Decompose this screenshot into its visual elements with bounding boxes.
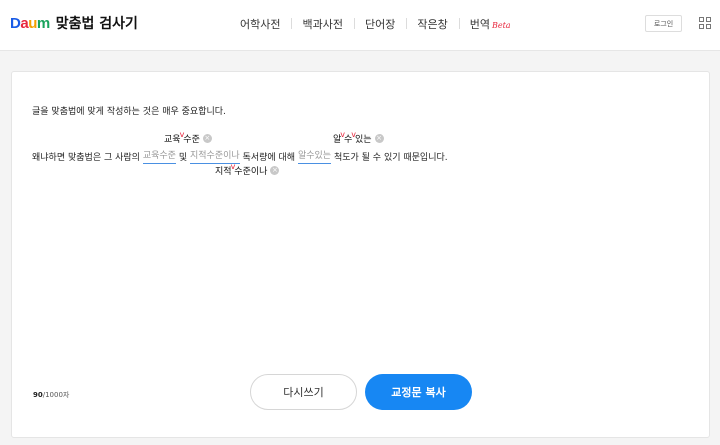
nav-wordbook[interactable]: 단어장: [353, 16, 406, 32]
editor-card[interactable]: [11, 71, 710, 438]
nav-translate[interactable]: 번역 Beta: [458, 16, 522, 32]
rewrite-button[interactable]: 다시쓰기: [250, 374, 357, 410]
insert-space-marker: v: [230, 162, 236, 171]
suggestion-can-know[interactable]: 알 v 수 v 있는 ×: [333, 130, 384, 145]
beta-badge: Beta: [491, 21, 511, 30]
char-count: 90: [33, 391, 43, 399]
daum-logo-mark: Daum: [10, 14, 50, 32]
login-button[interactable]: 로그인: [645, 15, 682, 32]
nav-translate-label: 번역: [469, 18, 490, 31]
suggestion-text: 교육: [164, 135, 181, 145]
insert-space-marker: v: [179, 130, 185, 139]
insert-space-marker: v: [340, 130, 346, 139]
suggestion-text: 있는: [355, 135, 372, 145]
text-segment: 및: [178, 152, 188, 163]
suggestion-text: 지적: [215, 167, 232, 177]
text-segment: 독서량에 대해: [242, 152, 296, 163]
char-counter: 90/1000자: [33, 390, 69, 400]
remove-suggestion-icon[interactable]: ×: [374, 134, 384, 143]
daum-logo[interactable]: Daum 맞춤법 검사기: [10, 13, 138, 33]
suggestion-education-level[interactable]: 교육 v 수준 ×: [164, 130, 212, 145]
insert-space-marker: v: [351, 130, 357, 139]
editor-line-2: 왜냐하면 맞춤법은 그 사람의 교육수준 및 지적수준이나 독서량에 대해 알수…: [32, 148, 448, 164]
copy-corrected-button[interactable]: 교정문 복사: [365, 374, 472, 410]
suggestion-intellectual-level[interactable]: 지적 v 수준이나 ×: [215, 162, 280, 177]
remove-suggestion-icon[interactable]: ×: [202, 134, 212, 143]
remove-suggestion-icon[interactable]: ×: [270, 166, 280, 175]
text-segment: 왜냐하면 맞춤법은 그 사람의: [32, 152, 140, 163]
nav-small-window[interactable]: 작은창: [406, 16, 458, 32]
top-header: Daum 맞춤법 검사기 어학사전 백과사전 단어장 작은창 번역 Beta 로그…: [0, 0, 720, 51]
char-limit: /1000자: [42, 391, 70, 399]
nav-dictionary[interactable]: 어학사전: [240, 16, 291, 32]
page-title: 맞춤법 검사기: [55, 16, 138, 32]
suggestion-text: 수준: [183, 135, 200, 145]
grid-menu-icon[interactable]: [699, 17, 711, 29]
top-nav: 어학사전 백과사전 단어장 작은창 번역 Beta: [240, 16, 522, 32]
suggestion-text: 수준이나: [234, 167, 268, 177]
text-segment: 척도가 될 수 있기 때문입니다.: [333, 152, 448, 163]
nav-encyclopedia[interactable]: 백과사전: [291, 16, 353, 32]
error-word[interactable]: 알수있는: [297, 148, 332, 164]
editor-line-1: 글을 맞춤법에 맞게 작성하는 것은 매우 중요합니다.: [32, 107, 226, 117]
error-word[interactable]: 교육수준: [142, 148, 176, 164]
